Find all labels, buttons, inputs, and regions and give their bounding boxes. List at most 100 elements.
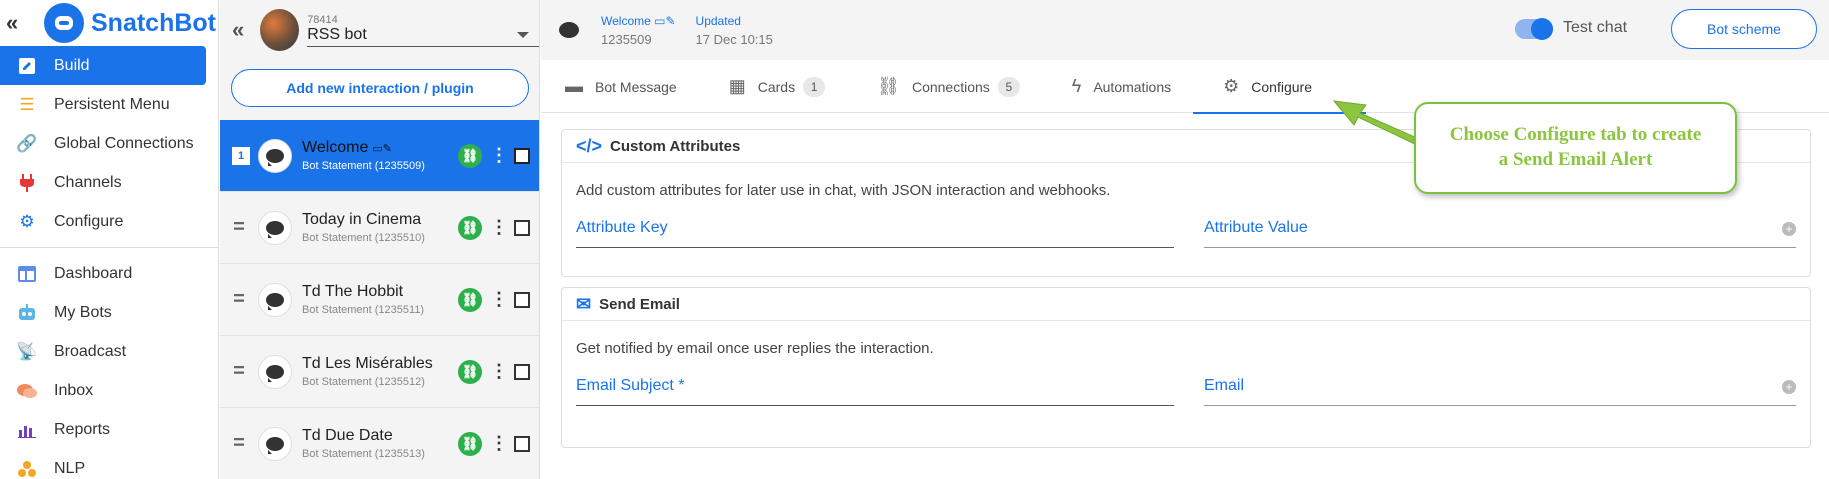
interaction-name-link[interactable]: Welcome ▭✎	[601, 14, 676, 28]
nav-item-my-bots[interactable]: My Bots	[0, 293, 218, 332]
nav-item-persistent-menu[interactable]: ☰ Persistent Menu	[0, 85, 218, 124]
chart-icon	[16, 419, 38, 441]
main-panel: Welcome ▭✎ 1235509 Updated 17 Dec 10:15 …	[541, 0, 1829, 479]
interaction-text: Today in Cinema Bot Statement (1235510)	[302, 211, 452, 244]
tab-cards[interactable]: ▦ Cards 1	[729, 60, 849, 113]
link-icon: ⛓	[877, 76, 900, 96]
plug-icon	[16, 172, 38, 194]
bot-selector[interactable]: 78414 RSS bot	[307, 14, 539, 47]
more-options-icon[interactable]: ⋮	[490, 289, 508, 310]
interaction-text: Td The Hobbit Bot Statement (1235511)	[302, 283, 452, 316]
card-header: ✉ Send Email	[562, 288, 1810, 321]
tab-automations[interactable]: ϟ Automations	[1072, 60, 1195, 113]
nav-item-reports[interactable]: Reports	[0, 410, 218, 449]
interaction-subtitle: Bot Statement (1235510)	[302, 232, 425, 244]
message-icon: ▬	[565, 76, 583, 96]
interaction-text: Td Les Misérables Bot Statement (1235512…	[302, 355, 452, 388]
chat-icon	[16, 380, 38, 402]
more-options-icon[interactable]: ⋮	[490, 361, 508, 382]
interaction-item[interactable]: = Td Les Misérables Bot Statement (12355…	[220, 336, 539, 408]
drag-handle-icon[interactable]: =	[220, 432, 258, 455]
chat-bubble-icon	[559, 22, 579, 38]
updated-info: Updated 17 Dec 10:15	[696, 14, 773, 47]
more-options-icon[interactable]: ⋮	[490, 217, 508, 238]
field-placeholder: Email Subject *	[576, 377, 685, 394]
nav-item-inbox[interactable]: Inbox	[0, 371, 218, 410]
nav-item-build[interactable]: Build	[0, 46, 206, 85]
nav-item-channels[interactable]: Channels	[0, 163, 218, 202]
select-checkbox[interactable]	[514, 363, 530, 380]
dashboard-icon	[16, 263, 38, 285]
add-email-icon[interactable]: +	[1782, 380, 1796, 394]
more-options-icon[interactable]: ⋮	[490, 145, 508, 166]
connection-link-icon[interactable]: ⛓	[458, 359, 482, 384]
chat-bubble-icon	[258, 138, 292, 173]
interaction-item[interactable]: = Td The Hobbit Bot Statement (1235511) …	[220, 264, 539, 336]
callout-line-1: Choose Configure tab to create	[1449, 124, 1702, 146]
field-placeholder: Attribute Key	[576, 219, 668, 236]
interaction-item[interactable]: = Today in Cinema Bot Statement (1235510…	[220, 192, 539, 264]
card-description: Get notified by email once user replies …	[576, 340, 934, 357]
select-checkbox[interactable]	[514, 147, 530, 164]
add-interaction-button[interactable]: Add new interaction / plugin	[231, 69, 529, 107]
nav-item-configure[interactable]: ⚙ Configure	[0, 202, 218, 241]
bot-name: RSS bot	[307, 25, 367, 43]
tab-bot-message[interactable]: ▬ Bot Message	[565, 60, 701, 113]
send-email-card: ✉ Send Email Get notified by email once …	[561, 287, 1811, 448]
nav-item-label: Persistent Menu	[54, 95, 170, 113]
email-field[interactable]: Email +	[1203, 377, 1796, 406]
interaction-name: Welcome	[601, 13, 651, 28]
grid-icon: ▦	[728, 76, 746, 96]
brand-bar: « SnatchBot	[0, 0, 218, 46]
callout-line-2: a Send Email Alert	[1498, 149, 1653, 170]
interaction-subtitle: Bot Statement (1235511)	[302, 304, 425, 316]
chat-bubble-icon	[258, 354, 292, 389]
bot-id: 78414	[307, 13, 338, 26]
annotation-callout: Choose Configure tab to create a Send Em…	[1414, 102, 1737, 194]
attribute-key-field[interactable]: Attribute Key	[576, 219, 1174, 248]
collapse-list-icon[interactable]: «	[232, 17, 254, 43]
nav-item-broadcast[interactable]: 📡 Broadcast	[0, 332, 218, 371]
test-chat-toggle[interactable]	[1515, 18, 1553, 40]
card-title: Custom Attributes	[610, 137, 741, 155]
brand-name: SnatchBot	[91, 8, 216, 37]
select-checkbox[interactable]	[514, 435, 530, 452]
interaction-id: 1235509	[601, 31, 652, 47]
drag-handle-icon[interactable]: =	[220, 216, 258, 239]
attribute-value-field[interactable]: Attribute Value +	[1203, 219, 1796, 248]
connection-link-icon[interactable]: ⛓	[458, 215, 482, 240]
tab-connections[interactable]: ⛓ Connections 5	[877, 60, 1044, 113]
connection-link-icon[interactable]: ⛓	[458, 143, 482, 168]
select-checkbox[interactable]	[514, 219, 530, 236]
interaction-item[interactable]: = Td Due Date Bot Statement (1235513) ⛓ …	[220, 408, 539, 479]
nav-item-label: Broadcast	[54, 342, 127, 360]
field-placeholder: Attribute Value	[1203, 219, 1308, 236]
connection-link-icon[interactable]: ⛓	[458, 287, 482, 312]
interaction-info: Welcome ▭✎ 1235509	[601, 14, 676, 47]
connection-link-icon[interactable]: ⛓	[458, 431, 482, 456]
interaction-item[interactable]: 1 Welcome ▭✎ Bot Statement (1235509) ⛓ ⋮	[220, 120, 539, 192]
email-subject-field[interactable]: Email Subject *	[576, 377, 1174, 406]
edit-icon	[16, 55, 38, 77]
interaction-subtitle: Bot Statement (1235509)	[302, 160, 425, 172]
drag-handle-icon[interactable]: =	[220, 360, 258, 383]
app: « SnatchBot Build ☰ Persistent Menu 🔗 Gl…	[0, 0, 1829, 479]
drag-handle-icon[interactable]: =	[220, 288, 258, 311]
card-title: Send Email	[599, 295, 680, 313]
collapse-nav-icon[interactable]: «	[6, 10, 28, 36]
add-attribute-icon[interactable]: +	[1782, 222, 1796, 236]
tab-label: Cards	[757, 78, 796, 95]
nav-item-nlp[interactable]: NLP	[0, 449, 218, 479]
gear-icon: ⚙	[19, 211, 35, 231]
more-options-icon[interactable]: ⋮	[490, 433, 508, 454]
field-placeholder: Email	[1203, 377, 1244, 394]
broadcast-icon: 📡	[16, 341, 38, 361]
nav-item-global-connections[interactable]: 🔗 Global Connections	[0, 124, 218, 163]
attribute-fields: Attribute Key Attribute Value +	[562, 199, 1810, 248]
select-checkbox[interactable]	[514, 291, 530, 308]
nav-item-dashboard[interactable]: Dashboard	[0, 254, 218, 293]
interaction-subtitle: Bot Statement (1235513)	[302, 448, 425, 460]
chevron-down-icon	[516, 31, 529, 38]
tab-configure[interactable]: ⚙ Configure	[1193, 60, 1366, 114]
bot-scheme-button[interactable]: Bot scheme	[1671, 9, 1817, 49]
